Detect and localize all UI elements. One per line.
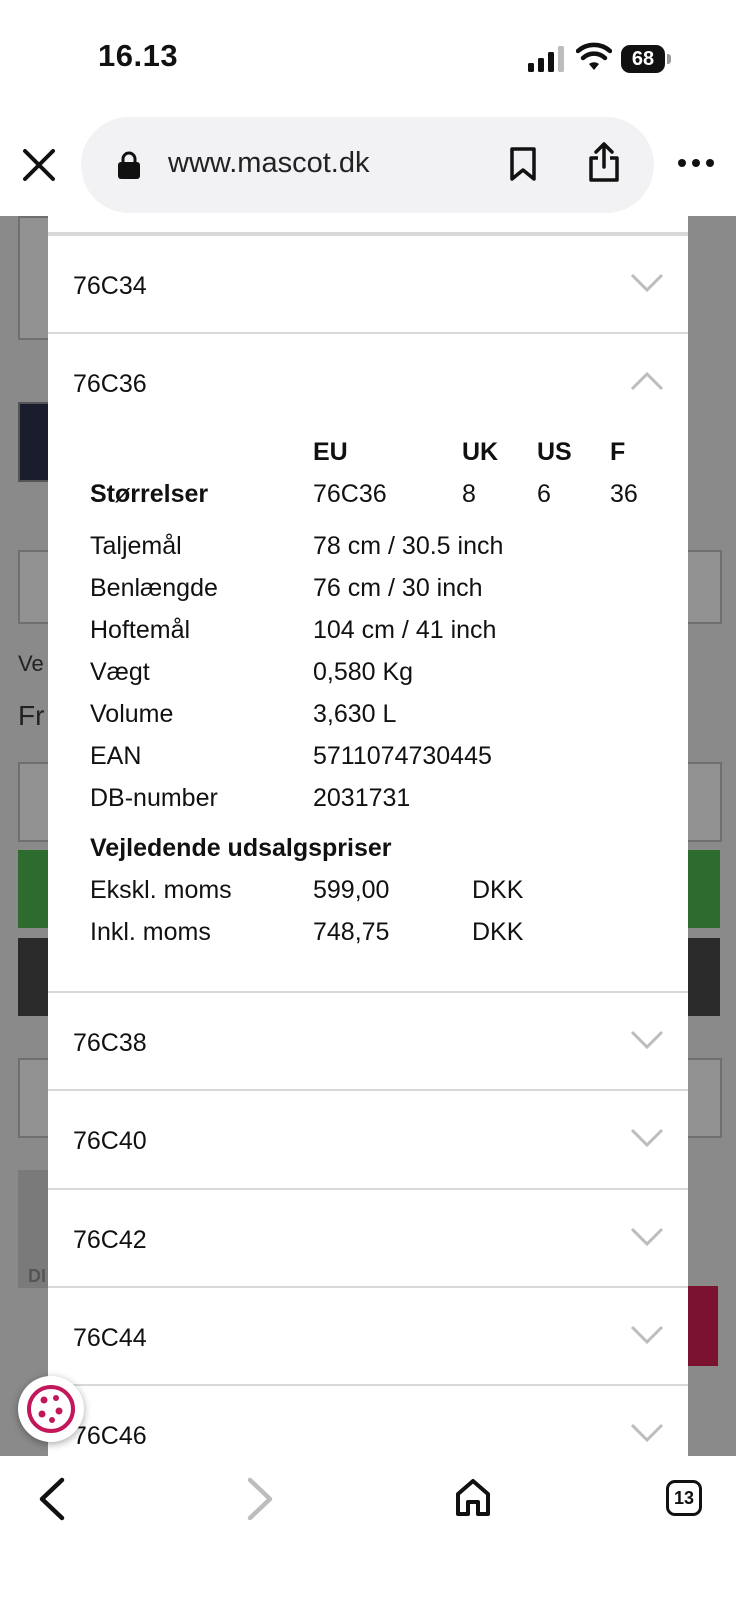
wifi-icon [576, 42, 612, 70]
price-value: 748,75 [313, 918, 390, 946]
chevron-down-icon [630, 1227, 664, 1247]
home-icon[interactable] [454, 1477, 492, 1517]
spec-value: 0,580 Kg [313, 658, 414, 686]
accordion-label: 76C42 [73, 1226, 147, 1254]
battery-level: 68 [621, 45, 665, 73]
price-label: Inkl. moms [90, 918, 211, 946]
forward-icon[interactable] [246, 1477, 276, 1521]
share-icon[interactable] [588, 141, 620, 183]
chevron-down-icon [630, 273, 664, 293]
chevron-down-icon [630, 1030, 664, 1050]
accordion-label: 76C44 [73, 1324, 147, 1352]
close-icon[interactable] [20, 146, 58, 184]
size-uk: 8 [462, 480, 476, 508]
background-text-fragment: Fr [18, 700, 45, 731]
battery-icon: 68 [621, 45, 671, 73]
price-value: 599,00 [313, 876, 390, 904]
header-f: F [610, 438, 626, 466]
header-uk: UK [462, 438, 499, 466]
spec-label: Vægt [90, 658, 150, 686]
chevron-down-icon [630, 1423, 664, 1443]
accordion-label: 76C38 [73, 1029, 147, 1057]
spec-label: Volume [90, 700, 174, 728]
background-text-fragment: DI [28, 1266, 46, 1286]
chevron-up-icon[interactable] [630, 370, 664, 392]
accordion-item-76c40[interactable]: 76C40 [48, 1089, 688, 1187]
spec-value: 3,630 L [313, 700, 397, 728]
size-f: 36 [610, 480, 638, 508]
spec-value: 104 cm / 41 inch [313, 616, 497, 644]
spec-value: 78 cm / 30.5 inch [313, 532, 504, 560]
accordion-label: 76C34 [73, 272, 147, 300]
price-currency: DKK [472, 918, 524, 946]
accordion-label: 76C36 [73, 370, 147, 398]
url-text[interactable]: www.mascot.dk [168, 147, 369, 180]
size-details-modal: 76C34 76C36 EU UK US F Størrelser 76C36 … [48, 216, 688, 1456]
size-us: 6 [537, 480, 551, 508]
accordion-item-76c38[interactable]: 76C38 [48, 991, 688, 1089]
status-time: 16.13 [98, 38, 179, 73]
cellular-signal-icon [528, 46, 564, 72]
spec-label: Hoftemål [90, 616, 191, 644]
size-eu: 76C36 [313, 480, 387, 508]
lock-icon [118, 151, 140, 179]
chevron-down-icon [630, 1325, 664, 1345]
spec-label: Benlængde [90, 574, 218, 602]
prices-title: Vejledende udsalgspriser [90, 834, 392, 862]
header-us: US [537, 438, 572, 466]
background-button-red [688, 1286, 718, 1366]
header-eu: EU [313, 438, 348, 466]
spec-value: 2031731 [313, 784, 411, 812]
spec-label: EAN [90, 742, 142, 770]
bookmark-icon[interactable] [509, 146, 537, 182]
accordion-item-76c46[interactable]: 76C46 [48, 1384, 688, 1456]
price-label: Ekskl. moms [90, 876, 232, 904]
accordion-label: 76C46 [73, 1422, 147, 1450]
browser-bottom-bar [0, 1456, 736, 1600]
accordion-item-76c42[interactable]: 76C42 [48, 1188, 688, 1286]
accordion-item-76c36-expanded[interactable]: 76C36 EU UK US F Størrelser 76C36 8 6 36… [48, 332, 688, 980]
spec-value: 5711074730445 [313, 742, 492, 770]
back-icon[interactable] [36, 1477, 66, 1521]
sizes-label: Størrelser [90, 480, 209, 508]
accordion-item-76c44[interactable]: 76C44 [48, 1286, 688, 1384]
spec-value: 76 cm / 30 inch [313, 574, 483, 602]
background-text-fragment: Ve [18, 651, 44, 676]
chevron-down-icon [630, 1128, 664, 1148]
price-currency: DKK [472, 876, 524, 904]
tabs-button[interactable]: 13 [666, 1480, 702, 1516]
more-options-icon[interactable] [677, 156, 715, 170]
accordion-label: 76C40 [73, 1127, 147, 1155]
cookie-icon [27, 1385, 75, 1433]
spec-label: Taljemål [90, 532, 182, 560]
spec-label: DB-number [90, 784, 218, 812]
cookie-settings-button[interactable] [18, 1376, 84, 1442]
accordion-item-76c34[interactable]: 76C34 [48, 234, 688, 332]
